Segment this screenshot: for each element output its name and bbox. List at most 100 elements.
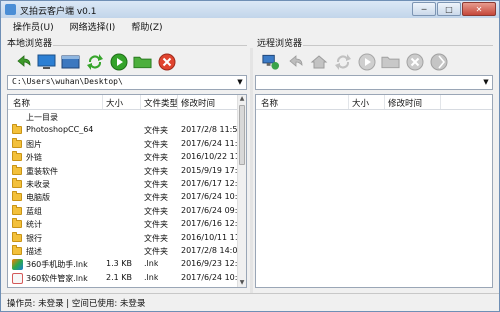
folder-icon <box>12 137 22 148</box>
folder-icon <box>12 124 22 135</box>
undo-arrow-icon <box>16 54 30 67</box>
file-row[interactable]: 统计 文件夹 2017/6/16 12:00 <box>8 218 239 231</box>
file-modified: 2017/6/17 12:12 <box>181 179 239 188</box>
file-name: 描述 <box>26 247 42 256</box>
play-icon <box>358 53 375 70</box>
panel-splitter[interactable] <box>250 48 253 293</box>
col-type[interactable]: 文件类型 <box>144 97 178 109</box>
local-vertical-scrollbar[interactable]: ▲ ▼ <box>237 95 246 287</box>
title-bar[interactable]: 叉拍云客户端 v0.1 ─ □ ✕ <box>1 1 499 18</box>
file-name: PhotoshopCC_64 <box>26 125 94 135</box>
menu-operator[interactable]: 操作员(U) <box>13 20 54 33</box>
folder-icon <box>12 164 22 175</box>
scroll-down-icon[interactable]: ▼ <box>238 279 246 287</box>
shortcut-icon <box>12 259 23 271</box>
file-type: 文件夹 <box>144 153 168 163</box>
file-name: 电脑版 <box>26 193 50 203</box>
app-window: 叉拍云客户端 v0.1 ─ □ ✕ 操作员(U) 网络选择(I) 帮助(Z) 本… <box>0 0 500 312</box>
minimize-button[interactable]: ─ <box>412 2 436 16</box>
remote-file-list: 名称 大小 修改时间 <box>255 94 493 288</box>
file-row[interactable]: 重装软件 文件夹 2015/9/19 17:40 <box>8 164 239 178</box>
col-divider[interactable] <box>384 95 385 109</box>
folder-icon <box>12 218 22 229</box>
maximize-button[interactable]: □ <box>437 2 461 16</box>
col-divider[interactable] <box>177 95 178 109</box>
upload-button[interactable] <box>109 52 128 71</box>
delete-icon <box>158 53 175 70</box>
remote-share-button <box>429 52 448 71</box>
file-row[interactable]: 360手机助手.lnk 1.3 KB .lnk 2016/9/23 12:57 <box>8 258 239 271</box>
remote-path-field[interactable]: ▼ <box>255 75 493 90</box>
file-type: 文件夹 <box>144 193 168 203</box>
shortcut-icon <box>12 272 23 284</box>
chevron-down-icon[interactable]: ▼ <box>481 77 491 88</box>
col-size[interactable]: 大小 <box>106 97 123 109</box>
chevron-down-icon[interactable]: ▼ <box>235 77 245 88</box>
file-type: 文件夹 <box>144 126 168 136</box>
file-type: .lnk <box>144 259 159 269</box>
new-folder-button[interactable] <box>133 52 152 71</box>
col-size[interactable]: 大小 <box>352 97 369 109</box>
file-modified: 2017/6/16 12:00 <box>181 219 239 229</box>
menu-bar: 操作员(U) 网络选择(I) 帮助(Z) <box>1 19 499 33</box>
remote-home-button <box>309 52 328 71</box>
file-type: 文件夹 <box>144 166 168 176</box>
desktop-button[interactable] <box>37 52 56 71</box>
file-row[interactable]: 360软件管家.lnk 2.1 KB .lnk 2017/6/24 10:22 <box>8 272 239 285</box>
file-name: 360软件管家.lnk <box>26 273 88 283</box>
refresh-button[interactable] <box>85 52 104 71</box>
col-divider[interactable] <box>102 95 103 109</box>
col-name[interactable]: 名称 <box>261 97 278 109</box>
globe-icon <box>430 53 447 70</box>
scroll-thumb[interactable] <box>239 105 245 165</box>
col-modified[interactable]: 修改时间 <box>388 97 422 109</box>
menu-help[interactable]: 帮助(Z) <box>131 20 162 33</box>
local-path-field[interactable]: C:\Users\wuhan\Desktop\ ▼ <box>7 75 247 90</box>
file-row[interactable]: 电脑版 文件夹 2017/6/24 10:04 <box>8 191 239 204</box>
network-icon <box>262 54 280 70</box>
scroll-up-icon[interactable]: ▲ <box>238 95 246 103</box>
file-modified: 2017/6/24 09:18 <box>181 205 239 215</box>
folder-icon <box>12 191 22 202</box>
file-modified: 2016/10/11 11:4 <box>181 232 239 242</box>
parent-folder-icon <box>12 113 22 122</box>
file-name: 图片 <box>26 139 42 149</box>
file-row[interactable]: PhotoshopCC_64 文件夹 2017/2/8 11:51: <box>8 124 239 137</box>
file-type: 文件夹 <box>144 220 168 230</box>
menu-network[interactable]: 网络选择(I) <box>70 20 116 33</box>
file-row[interactable]: 描述 文件夹 2017/2/8 14:05: <box>8 245 239 258</box>
col-divider[interactable] <box>440 95 441 109</box>
remote-panel-title: 远程浏览器 <box>257 39 303 49</box>
undo-arrow-icon <box>288 54 302 67</box>
file-name: 统计 <box>26 220 42 230</box>
local-panel-title: 本地浏览器 <box>7 39 53 49</box>
file-row[interactable]: 上一目录 <box>8 111 239 124</box>
col-divider[interactable] <box>348 95 349 109</box>
col-modified[interactable]: 修改时间 <box>181 97 215 109</box>
file-type: 文件夹 <box>144 233 168 243</box>
local-title-divider <box>53 45 247 46</box>
file-row[interactable]: 蓝组 文件夹 2017/6/24 09:18 <box>8 204 239 218</box>
file-row[interactable]: 银行 文件夹 2016/10/11 11:4 <box>8 231 239 245</box>
remote-column-header: 名称 大小 修改时间 <box>256 95 492 110</box>
file-row[interactable]: 外链 文件夹 2016/10/22 11:5 <box>8 151 239 164</box>
back-button[interactable] <box>13 52 32 71</box>
file-modified: 2015/9/19 17:40 <box>181 165 239 175</box>
remote-new-folder-button <box>381 52 400 71</box>
file-modified: 2017/6/24 10:04 <box>181 192 239 202</box>
file-row[interactable]: 图片 文件夹 2017/6/24 11:55 <box>8 137 239 151</box>
folder-icon <box>12 245 22 255</box>
file-modified: 2017/6/24 10:22 <box>181 272 239 282</box>
window-view-button[interactable] <box>61 52 80 71</box>
play-icon <box>110 53 127 70</box>
close-button[interactable]: ✕ <box>462 2 496 16</box>
file-type: .lnk <box>144 272 159 282</box>
col-divider[interactable] <box>140 95 141 109</box>
download-button <box>357 52 376 71</box>
delete-button[interactable] <box>157 52 176 71</box>
local-file-list: 名称 大小 文件类型 修改时间 上一目录 PhotoshopCC_64 文件夹 201… <box>7 94 247 288</box>
col-name[interactable]: 名称 <box>13 97 30 109</box>
connect-button[interactable] <box>261 52 280 71</box>
file-row[interactable]: 未收录 文件夹 2017/6/17 12:12 <box>8 178 239 191</box>
remote-refresh-button <box>333 52 352 71</box>
